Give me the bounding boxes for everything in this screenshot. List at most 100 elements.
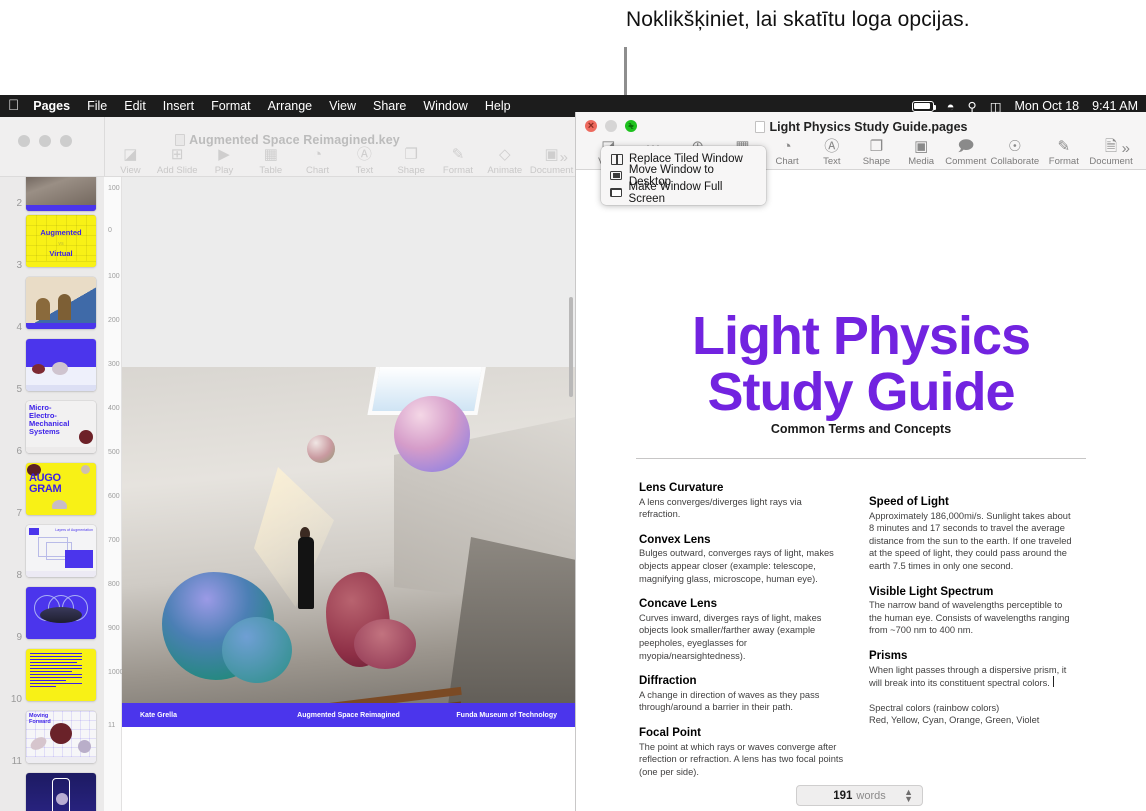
term-heading: Concave Lens xyxy=(639,598,717,611)
comment-icon: 🗩 xyxy=(957,138,975,155)
slide-footer-band xyxy=(26,757,96,763)
slide-thumbnail-row[interactable]: 6 Micro- Electro- Mechanical Systems xyxy=(0,397,104,459)
keynote-tool-shape[interactable]: ❐ Shape xyxy=(388,147,435,177)
keynote-window-title: Augmented Space Reimagined.key xyxy=(0,132,575,147)
menu-item-window[interactable]: Window xyxy=(423,99,467,113)
keynote-tool-play[interactable]: ▶ Play xyxy=(201,147,248,177)
chart-icon: ◔ xyxy=(782,138,792,155)
slide-thumbnail-row[interactable]: 2 xyxy=(0,177,104,211)
word-count-badge[interactable]: 191 words ▲ ▼ xyxy=(796,785,923,806)
menu-item-view[interactable]: View xyxy=(329,99,356,113)
ruler-label: 500 xyxy=(108,449,120,456)
word-count-number: 191 xyxy=(833,789,853,802)
pages-tool-collaborate[interactable]: ☉ Collaborate xyxy=(988,138,1041,167)
slide-thumbnail[interactable] xyxy=(26,587,96,639)
ruler-label: 300 xyxy=(108,361,120,368)
pages-tool-format[interactable]: ✎ Format xyxy=(1041,138,1086,167)
slide-number: 2 xyxy=(16,198,22,209)
keynote-tool-format[interactable]: ✎ Format xyxy=(435,147,482,177)
slide-footer-left: Kate Grella xyxy=(140,711,177,719)
chevron-double-right-icon[interactable]: » xyxy=(560,149,568,166)
slide-number: 11 xyxy=(11,756,22,767)
document-title-line2: Study Guide xyxy=(707,362,1015,422)
menu-item-pages[interactable]: Pages xyxy=(33,99,70,113)
slide-thumbnail[interactable]: Layers of Augmentation xyxy=(26,525,96,577)
keynote-tool-table[interactable]: ▦ Table xyxy=(247,147,294,177)
slide-thumbnail[interactable] xyxy=(26,177,96,211)
menu-item-format[interactable]: Format xyxy=(211,99,251,113)
pages-tool-media[interactable]: ▣ Media xyxy=(899,138,944,167)
term-body: The narrow band of wavelengths perceptib… xyxy=(869,600,1070,636)
slide-thumbnail-row[interactable]: 12 xyxy=(0,769,104,811)
menu-item-insert[interactable]: Insert xyxy=(163,99,194,113)
window-options-menu[interactable]: Replace Tiled Window Move Window to Desk… xyxy=(601,146,766,205)
term-heading: Speed of Light xyxy=(869,496,949,508)
keynote-window[interactable]: Augmented Space Reimagined.key ◪ View ⊞ Ad… xyxy=(0,117,575,811)
slide-thumbnail[interactable]: Moving Forward xyxy=(26,711,96,763)
term-body: When light passes through a dispersive p… xyxy=(869,664,1074,690)
term-body: A change in direction of waves as they p… xyxy=(639,689,820,713)
menu-item-help[interactable]: Help xyxy=(485,99,511,113)
keynote-tool-chart[interactable]: ◔ Chart xyxy=(294,147,341,177)
slide-thumbnail[interactable] xyxy=(26,277,96,329)
word-count-unit: words xyxy=(856,789,886,802)
ruler-label: 11 xyxy=(108,722,116,729)
term-heading: Prisms xyxy=(869,649,908,662)
keynote-tool-animate[interactable]: ◇ Animate xyxy=(481,147,528,177)
apple-icon[interactable]:  xyxy=(8,98,19,113)
keynote-title-bar: Augmented Space Reimagined.key ◪ View ⊞ Ad… xyxy=(0,117,575,177)
pages-tool-shape[interactable]: ❐ Shape xyxy=(854,138,899,167)
menu-item-make-window-full-screen[interactable]: Make Window Full Screen xyxy=(601,181,766,205)
keynote-tool-add-slide[interactable]: ⊞ Add Slide xyxy=(154,147,201,177)
pages-window[interactable]: Light Physics Study Guide.pages ◪View ⋯Z… xyxy=(575,112,1146,811)
document-title-line1: Light Physics xyxy=(691,306,1031,366)
battery-icon[interactable] xyxy=(911,100,936,112)
stepper-icon[interactable]: ▲ ▼ xyxy=(904,788,913,804)
pages-tool-comment[interactable]: 🗩 Comment xyxy=(944,138,989,167)
ruler-label: 800 xyxy=(108,581,120,588)
slide-thumbnail-row[interactable]: 7 AUGO GRAM xyxy=(0,459,104,521)
slide-footer-band xyxy=(26,385,96,391)
pages-tool-label: Collaborate xyxy=(990,156,1040,167)
menu-item-share[interactable]: Share xyxy=(373,99,406,113)
media-icon: ▣ xyxy=(914,138,929,155)
pages-tool-text[interactable]: Ⓐ Text xyxy=(809,138,854,167)
shape-icon: ❐ xyxy=(869,138,884,155)
keynote-tool-view[interactable]: ◪ View xyxy=(107,147,154,177)
slide-thumbnail[interactable]: AUGO GRAM xyxy=(26,463,96,515)
slide-thumbnail[interactable] xyxy=(26,773,96,811)
keynote-canvas-scrollbar[interactable] xyxy=(569,297,573,397)
pages-tool-chart[interactable]: ◔ Chart xyxy=(765,138,810,167)
document-left-column[interactable]: Lens Curvature A lens converges/diverges… xyxy=(639,482,844,778)
menu-item-arrange[interactable]: Arrange xyxy=(268,99,312,113)
slide-thumbnail[interactable]: Micro- Electro- Mechanical Systems xyxy=(26,401,96,453)
slide-thumbnail-row[interactable]: 8 Layers of Augmentation xyxy=(0,521,104,583)
slide-thumbnail[interactable] xyxy=(26,339,96,391)
slide-thumbnail-row[interactable]: 5 xyxy=(0,335,104,397)
slide-thumbnail[interactable] xyxy=(26,649,96,701)
pages-title-text: Light Physics Study Guide.pages xyxy=(769,120,968,134)
slide-number: 5 xyxy=(16,384,22,395)
menu-item-file[interactable]: File xyxy=(87,99,107,113)
menu-bar-time[interactable]: 9:41 AM xyxy=(1092,99,1138,113)
term-body: Bulges outward, converges rays of light,… xyxy=(639,548,834,584)
chevron-double-right-icon[interactable]: » xyxy=(1122,140,1130,157)
pages-tool-label: Chart xyxy=(775,156,799,167)
menu-bar-date[interactable]: Mon Oct 18 xyxy=(1015,99,1080,113)
slide-thumbnail-row[interactable]: 11 Moving Forward xyxy=(0,707,104,769)
slide-thumbnail-row[interactable]: 9 xyxy=(0,583,104,645)
document-right-column[interactable]: Speed of Light Approximately 186,000mi/s… xyxy=(869,496,1074,727)
slide-thumbnail-row[interactable]: 10 xyxy=(0,645,104,707)
pages-document-canvas[interactable]: Light Physics Study Guide Common Terms a… xyxy=(576,170,1146,811)
slide-thumbnail-row[interactable]: 3 Augmented vs Virtual xyxy=(0,211,104,273)
callout-text: Noklikšķiniet, lai skatītu loga opcijas. xyxy=(626,8,970,31)
term-heading: Focal Point xyxy=(639,726,701,739)
slide-thumbnail-row[interactable]: 4 xyxy=(0,273,104,335)
keynote-tool-text[interactable]: Ⓐ Text xyxy=(341,147,388,177)
keynote-slide-navigator[interactable]: 2 3 Augmented vs Virtual 4 5 6 Micro- El… xyxy=(0,177,104,811)
keynote-tool-label: Table xyxy=(259,165,283,176)
keynote-canvas[interactable]: 100 0 100 200 300 400 500 600 700 800 90… xyxy=(104,177,575,811)
menu-item-edit[interactable]: Edit xyxy=(124,99,146,113)
keynote-current-slide[interactable]: Kate Grella Augmented Space Reimagined F… xyxy=(122,367,575,727)
slide-thumbnail[interactable]: Augmented vs Virtual xyxy=(26,215,96,267)
